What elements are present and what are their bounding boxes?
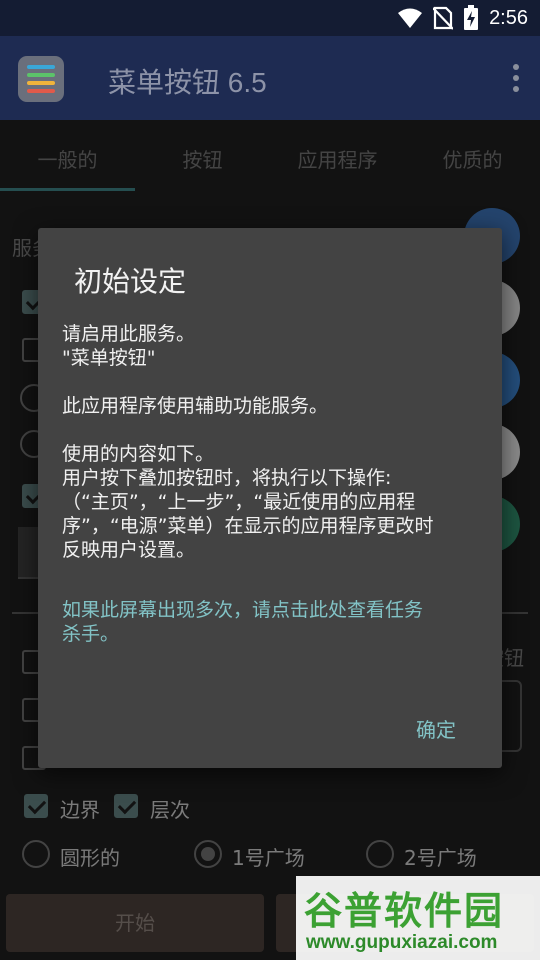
dialog-line: 请启用此服务。 [62,323,196,345]
wifi-icon [397,7,423,29]
battery-charging-icon [463,5,479,31]
watermark-title: 谷普软件园 [304,889,505,933]
dialog-line: （“主页”，“上一步”，“最近使用的应用程 [62,491,416,513]
dialog-line: 序”，“电源”菜单）在显示的应用程序更改时 [62,515,434,537]
dialog-message: 请启用此服务。 "菜单按钮" 此应用程序使用辅助功能服务。 使用的内容如下。 用… [62,322,478,562]
dialog-title: 初始设定 [74,265,187,298]
app-bar: 菜单按钮 6.5 [0,36,540,120]
dialog-line: "菜单按钮" [62,347,156,369]
dialog-line: 反映用户设置。 [62,539,196,561]
dialog-line: 此应用程序使用辅助功能服务。 [62,395,329,417]
watermark-url: www.gupuxiazai.com [306,932,498,953]
more-options-icon[interactable] [512,64,520,92]
link-line[interactable]: 如果此屏幕出现多次，请点击此处查看任务 [62,598,478,622]
status-time: 2:56 [489,6,528,29]
app-title: 菜单按钮 6.5 [108,67,267,98]
app-logo-icon [18,56,64,102]
no-sim-icon [433,6,454,30]
task-killer-link[interactable]: 如果此屏幕出现多次，请点击此处查看任务 杀手。 [62,598,478,646]
dialog-line: 用户按下叠加按钮时，将执行以下操作: [62,467,392,489]
ok-button[interactable]: 确定 [416,714,456,743]
link-line[interactable]: 杀手。 [62,622,478,646]
watermark-logo: 谷普软件园 www.gupuxiazai.com [296,876,540,960]
status-icons: 2:56 [397,4,528,32]
status-bar: 2:56 [0,0,540,36]
initial-settings-dialog: 初始设定 请启用此服务。 "菜单按钮" 此应用程序使用辅助功能服务。 使用的内容… [38,228,502,768]
dialog-line: 使用的内容如下。 [62,443,215,465]
